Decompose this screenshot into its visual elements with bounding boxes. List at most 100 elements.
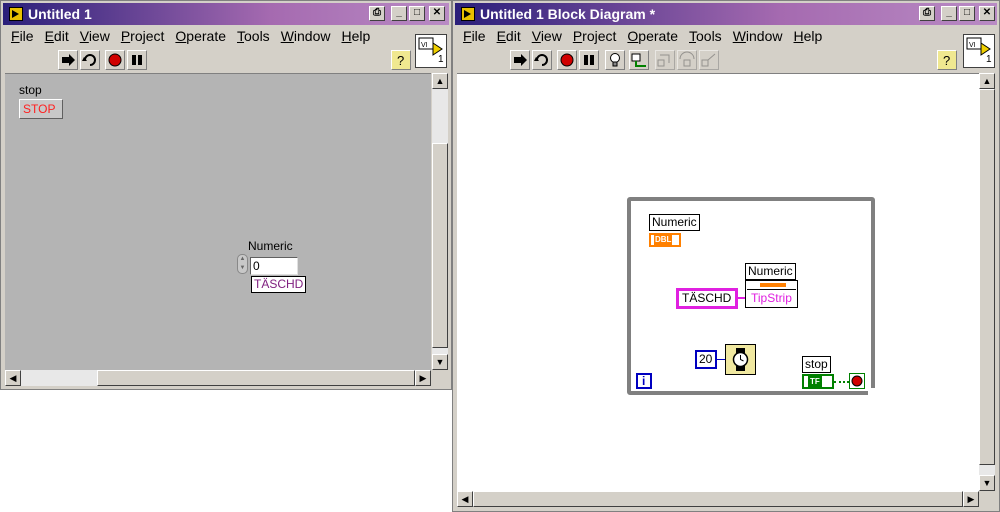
run-continuously-button[interactable] [532, 50, 552, 70]
step-over-button[interactable] [677, 50, 697, 70]
string-constant[interactable]: TÄSCHD [676, 288, 738, 309]
close-button[interactable]: ✕ [979, 6, 995, 21]
numeric-control[interactable]: 0 [250, 257, 298, 275]
run-button[interactable] [510, 50, 530, 70]
pause-button[interactable] [579, 50, 599, 70]
property-node-label: Numeric [745, 263, 796, 280]
step-into-button[interactable] [655, 50, 675, 70]
tipstrip-text: TÄSCHD [254, 277, 304, 291]
context-help-button[interactable]: ? [391, 50, 411, 70]
menu-edit[interactable]: Edit [491, 26, 526, 44]
menu-operate[interactable]: Operate [169, 26, 231, 44]
stop-terminal-label-text: stop [805, 357, 828, 371]
abort-button[interactable] [557, 50, 577, 70]
stop-button-label: stop [19, 83, 42, 97]
front-panel-titlebar[interactable]: Untitled 1 ⎙ _ □ ✕ [3, 3, 449, 25]
context-help-button[interactable]: ? [937, 50, 957, 70]
string-wire[interactable] [738, 297, 745, 299]
window-title: Untitled 1 Block Diagram * [480, 6, 656, 22]
iteration-terminal[interactable]: i [636, 373, 652, 389]
menu-view[interactable]: View [74, 26, 115, 44]
maximize-button[interactable]: □ [959, 6, 975, 21]
menu-window[interactable]: Window [727, 26, 788, 44]
print-window-button[interactable]: ⎙ [369, 6, 385, 21]
probe-icon [631, 53, 646, 67]
diagram-horizontal-scrollbar[interactable]: ◀ ▶ [457, 491, 979, 507]
minimize-button[interactable]: _ [941, 6, 957, 21]
stop-button[interactable]: STOP [19, 99, 63, 119]
block-diagram-canvas[interactable]: Numeric DBL Numeric TipStrip TÄSCHD 20 s… [457, 73, 979, 492]
vi-icon[interactable]: VI 1 [415, 34, 447, 68]
block-diagram-menubar: File Edit View Project Operate Tools Window Hel… [457, 26, 939, 46]
wait-ms-function[interactable] [725, 344, 756, 375]
property-node[interactable]: TipStrip [745, 280, 798, 308]
vi-icon-number: 1 [438, 54, 444, 65]
svg-text:VI: VI [969, 42, 976, 49]
menu-file[interactable]: File [5, 26, 39, 44]
scroll-up-arrow[interactable]: ▲ [979, 73, 995, 89]
size-grip[interactable] [979, 491, 995, 507]
labview-app-icon [461, 7, 475, 21]
scroll-right-arrow[interactable]: ▶ [415, 370, 431, 386]
run-continuously-icon [82, 54, 96, 66]
vertical-scroll-thumb[interactable] [432, 143, 448, 348]
menu-operate[interactable]: Operate [621, 26, 683, 44]
loop-condition-terminal[interactable] [849, 373, 865, 389]
menu-file[interactable]: File [457, 26, 491, 44]
stop-button-text: STOP [23, 102, 56, 116]
vertical-scroll-thumb[interactable] [979, 89, 995, 465]
scroll-down-arrow[interactable]: ▼ [432, 354, 448, 370]
front-panel-canvas[interactable]: stop STOP Numeric ▲ ▼ 0 TÄSCHD [5, 73, 431, 371]
scroll-up-arrow[interactable]: ▲ [432, 73, 448, 89]
minimize-button[interactable]: _ [391, 6, 407, 21]
wait-wire[interactable] [717, 359, 725, 360]
horizontal-scroll-thumb[interactable] [473, 491, 963, 507]
tipstrip-tooltip: TÄSCHD [251, 276, 307, 293]
run-continuously-button[interactable] [80, 50, 100, 70]
print-window-button[interactable]: ⎙ [919, 6, 935, 21]
block-diagram-titlebar[interactable]: Untitled 1 Block Diagram * ⎙ _ □ ✕ [455, 3, 997, 25]
stop-terminal-type: TF [808, 376, 822, 387]
horizontal-scroll-thumb[interactable] [97, 370, 415, 386]
svg-text:VI: VI [421, 42, 428, 49]
menu-tools[interactable]: Tools [231, 26, 275, 44]
pause-button[interactable] [127, 50, 147, 70]
numeric-terminal-type: DBL [654, 235, 673, 245]
highlight-execution-button[interactable] [605, 50, 625, 70]
stop-terminal[interactable]: TF [802, 374, 834, 389]
close-button[interactable]: ✕ [429, 6, 445, 21]
property-node-orange-bar [760, 283, 786, 287]
run-button[interactable] [58, 50, 78, 70]
scroll-left-arrow[interactable]: ◀ [457, 491, 473, 507]
boolean-wire[interactable] [834, 381, 849, 383]
front-panel-window: Untitled 1 ⎙ _ □ ✕ File Edit View Project Op… [0, 0, 452, 390]
scroll-right-arrow[interactable]: ▶ [963, 491, 979, 507]
numeric-increment-decrement[interactable]: ▲ ▼ [237, 254, 248, 274]
menu-help[interactable]: Help [788, 26, 828, 44]
abort-button[interactable] [105, 50, 125, 70]
front-panel-horizontal-scrollbar[interactable]: ◀ ▶ [5, 370, 431, 386]
front-panel-vertical-scrollbar[interactable]: ▲ ▼ [432, 73, 448, 370]
scroll-left-arrow[interactable]: ◀ [5, 370, 21, 386]
property-name: TipStrip [751, 291, 792, 305]
numeric-label: Numeric [248, 239, 293, 253]
vi-icon[interactable]: VI 1 [963, 34, 995, 68]
retain-wire-values-button[interactable] [629, 50, 649, 70]
size-grip[interactable] [432, 370, 448, 386]
maximize-button[interactable]: □ [409, 6, 425, 21]
scroll-down-arrow[interactable]: ▼ [979, 475, 995, 491]
stop-if-true-icon [851, 375, 863, 387]
wait-constant[interactable]: 20 [695, 350, 717, 369]
step-out-button[interactable] [699, 50, 719, 70]
numeric-terminal[interactable]: DBL [649, 233, 681, 247]
numeric-terminal-label: Numeric [649, 214, 700, 231]
menu-project[interactable]: Project [115, 26, 170, 44]
menu-edit[interactable]: Edit [39, 26, 74, 44]
diagram-vertical-scrollbar[interactable]: ▲ ▼ [979, 73, 995, 491]
menu-window[interactable]: Window [275, 26, 336, 44]
menu-view[interactable]: View [526, 26, 567, 44]
run-arrow-icon [62, 54, 75, 66]
menu-project[interactable]: Project [567, 26, 622, 44]
menu-help[interactable]: Help [336, 26, 376, 44]
menu-tools[interactable]: Tools [683, 26, 727, 44]
